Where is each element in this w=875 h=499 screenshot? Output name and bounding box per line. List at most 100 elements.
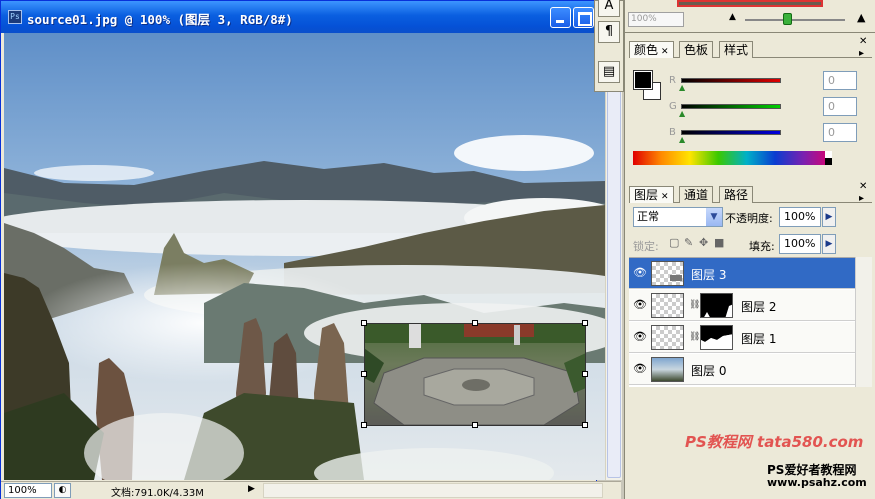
navigator-thumbnail[interactable] bbox=[677, 0, 823, 7]
close-icon[interactable]: ✕ bbox=[661, 47, 669, 57]
document-window: Ps source01.jpg @ 100% (图层 3, RGB/8#) 10… bbox=[0, 0, 622, 499]
opacity-label: 不透明度: bbox=[725, 212, 773, 225]
eye-icon[interactable]: 👁 bbox=[633, 267, 647, 279]
lock-position-icon[interactable]: ✥ bbox=[699, 236, 708, 249]
blue-slider[interactable] bbox=[681, 130, 781, 135]
green-value-field[interactable]: 0 bbox=[823, 97, 857, 116]
layer-thumbnail bbox=[651, 325, 684, 350]
panel-close-icon[interactable]: ✕ bbox=[859, 181, 867, 192]
horizontal-scrollbar[interactable] bbox=[263, 483, 603, 498]
color-spectrum-bar[interactable] bbox=[633, 151, 832, 165]
blend-mode-select[interactable]: 正常 ▼ bbox=[633, 207, 723, 227]
opacity-field[interactable]: 100% bbox=[779, 207, 821, 227]
transform-handle-bottom-right[interactable] bbox=[582, 422, 588, 428]
zoom-field[interactable]: 100% bbox=[4, 483, 52, 498]
document-size-info: 文档:791.0K/4.33M bbox=[111, 488, 204, 499]
status-menu-icon[interactable]: ◐ bbox=[54, 483, 71, 498]
status-bar: 100% ◐ 文档:791.0K/4.33M ▶ bbox=[1, 481, 621, 499]
layer-row[interactable]: 👁 图层 0 bbox=[629, 354, 855, 385]
layer-thumbnail bbox=[651, 357, 684, 382]
red-slider-handle[interactable]: ▲ bbox=[679, 83, 685, 92]
vertical-scroll-thumb[interactable] bbox=[607, 35, 621, 478]
spectrum-white-swatch[interactable] bbox=[825, 151, 832, 158]
zoom-out-icon[interactable]: ▲ bbox=[729, 12, 736, 22]
tab-color[interactable]: 颜色 ✕ bbox=[629, 41, 674, 58]
photoshop-document-icon: Ps bbox=[8, 10, 22, 24]
transform-handle-top-left[interactable] bbox=[361, 320, 367, 326]
transform-handle-right[interactable] bbox=[582, 371, 588, 377]
tool-strip: A ¶ ▤ bbox=[594, 0, 624, 92]
zoom-slider-track[interactable] bbox=[745, 19, 845, 21]
green-slider[interactable] bbox=[681, 104, 781, 109]
transform-handle-bottom[interactable] bbox=[472, 422, 478, 428]
window-title: source01.jpg @ 100% (图层 3, RGB/8#) bbox=[27, 12, 293, 27]
layer-list-scrollbar[interactable] bbox=[855, 257, 872, 387]
layer-name: 图层 3 bbox=[691, 268, 727, 282]
fill-label: 填充: bbox=[749, 240, 775, 253]
layer-row[interactable]: 👁 ⛓ 图层 2 bbox=[629, 290, 855, 321]
eye-icon[interactable]: 👁 bbox=[633, 299, 647, 311]
blue-channel: B ▲ 0 bbox=[669, 123, 857, 144]
paragraph-icon[interactable]: ¶ bbox=[598, 21, 620, 43]
eye-icon[interactable]: 👁 bbox=[633, 331, 647, 343]
opacity-arrow-icon[interactable]: ▶ bbox=[822, 207, 836, 227]
transform-handle-top[interactable] bbox=[472, 320, 478, 326]
red-channel: R ▲ 0 bbox=[669, 71, 857, 92]
tab-channels[interactable]: 通道 bbox=[679, 186, 714, 203]
transform-handle-top-right[interactable] bbox=[582, 320, 588, 326]
zoom-slider-handle[interactable] bbox=[783, 13, 792, 25]
watermark-text: www.psahz.com bbox=[767, 476, 867, 489]
panel-menu-icon[interactable]: ▸ bbox=[859, 193, 864, 204]
navigator-zoom-field[interactable]: 100% bbox=[628, 12, 684, 27]
blue-slider-handle[interactable]: ▲ bbox=[679, 135, 685, 144]
spectrum-black-swatch[interactable] bbox=[825, 158, 832, 165]
link-icon: ⛓ bbox=[689, 300, 701, 310]
layer-row[interactable]: 👁 ⛓ 图层 1 bbox=[629, 322, 855, 353]
layer-name: 图层 2 bbox=[741, 300, 777, 314]
zoom-in-icon[interactable]: ▲ bbox=[857, 11, 865, 24]
status-arrow-icon[interactable]: ▶ bbox=[248, 484, 255, 494]
layer-thumbnail bbox=[651, 293, 684, 318]
layer-mask-thumbnail[interactable] bbox=[700, 293, 733, 318]
lock-all-icon[interactable]: ■ bbox=[714, 236, 724, 249]
maximize-button[interactable] bbox=[573, 7, 594, 28]
tab-paths[interactable]: 路径 bbox=[719, 186, 754, 203]
minimize-button[interactable] bbox=[550, 7, 571, 28]
layer-row[interactable]: 👁 图层 3 bbox=[629, 258, 855, 289]
chevron-down-icon[interactable]: ▼ bbox=[706, 208, 722, 226]
layer-mask-thumbnail[interactable] bbox=[700, 325, 733, 350]
panel-close-icon[interactable]: ✕ bbox=[859, 36, 867, 47]
foreground-color-swatch[interactable] bbox=[633, 70, 653, 90]
close-icon[interactable]: ✕ bbox=[661, 192, 669, 202]
tab-layers[interactable]: 图层 ✕ bbox=[629, 186, 674, 203]
tab-swatches[interactable]: 色板 bbox=[679, 41, 714, 58]
panel-menu-icon[interactable]: ▸ bbox=[859, 48, 864, 59]
layer-thumbnail bbox=[651, 261, 684, 286]
watermark-text: PS教程网 tata580.com bbox=[685, 433, 864, 451]
lock-transparency-icon[interactable]: ▢ bbox=[669, 236, 679, 249]
blue-value-field[interactable]: 0 bbox=[823, 123, 857, 142]
layer-name: 图层 1 bbox=[741, 332, 777, 346]
red-value-field[interactable]: 0 bbox=[823, 71, 857, 90]
title-bar[interactable]: Ps source01.jpg @ 100% (图层 3, RGB/8#) bbox=[1, 1, 596, 33]
transform-handle-left[interactable] bbox=[361, 371, 367, 377]
transform-handle-bottom-left[interactable] bbox=[361, 422, 367, 428]
layer-list: 👁 图层 3 👁 ⛓ 图层 2 👁 ⛓ 图层 1 👁 图层 0 bbox=[629, 257, 855, 387]
text-tool-icon[interactable]: A bbox=[598, 0, 620, 17]
panel-toggle-icon[interactable]: ▤ bbox=[598, 61, 620, 83]
tab-styles[interactable]: 样式 bbox=[719, 41, 754, 58]
navigator-panel: 100% ▲ ▲ bbox=[625, 0, 875, 33]
panels-column: 100% ▲ ▲ 颜色 ✕ 色板 样式 ✕ ▸ R ▲ 0 G ▲ 0 B ▲ … bbox=[624, 0, 875, 499]
fill-field[interactable]: 100% bbox=[779, 234, 821, 254]
free-transform-box[interactable] bbox=[361, 320, 588, 428]
vertical-scrollbar[interactable] bbox=[605, 33, 622, 480]
red-slider[interactable] bbox=[681, 78, 781, 83]
green-channel: G ▲ 0 bbox=[669, 97, 857, 118]
layer-name: 图层 0 bbox=[691, 364, 727, 378]
lock-image-icon[interactable]: ✎ bbox=[684, 236, 693, 249]
green-slider-handle[interactable]: ▲ bbox=[679, 109, 685, 118]
eye-icon[interactable]: 👁 bbox=[633, 363, 647, 375]
layers-panel-tabs: 图层 ✕ 通道 路径 ✕ ▸ bbox=[629, 181, 872, 204]
fill-arrow-icon[interactable]: ▶ bbox=[822, 234, 836, 254]
lock-label: 锁定: bbox=[633, 240, 659, 253]
